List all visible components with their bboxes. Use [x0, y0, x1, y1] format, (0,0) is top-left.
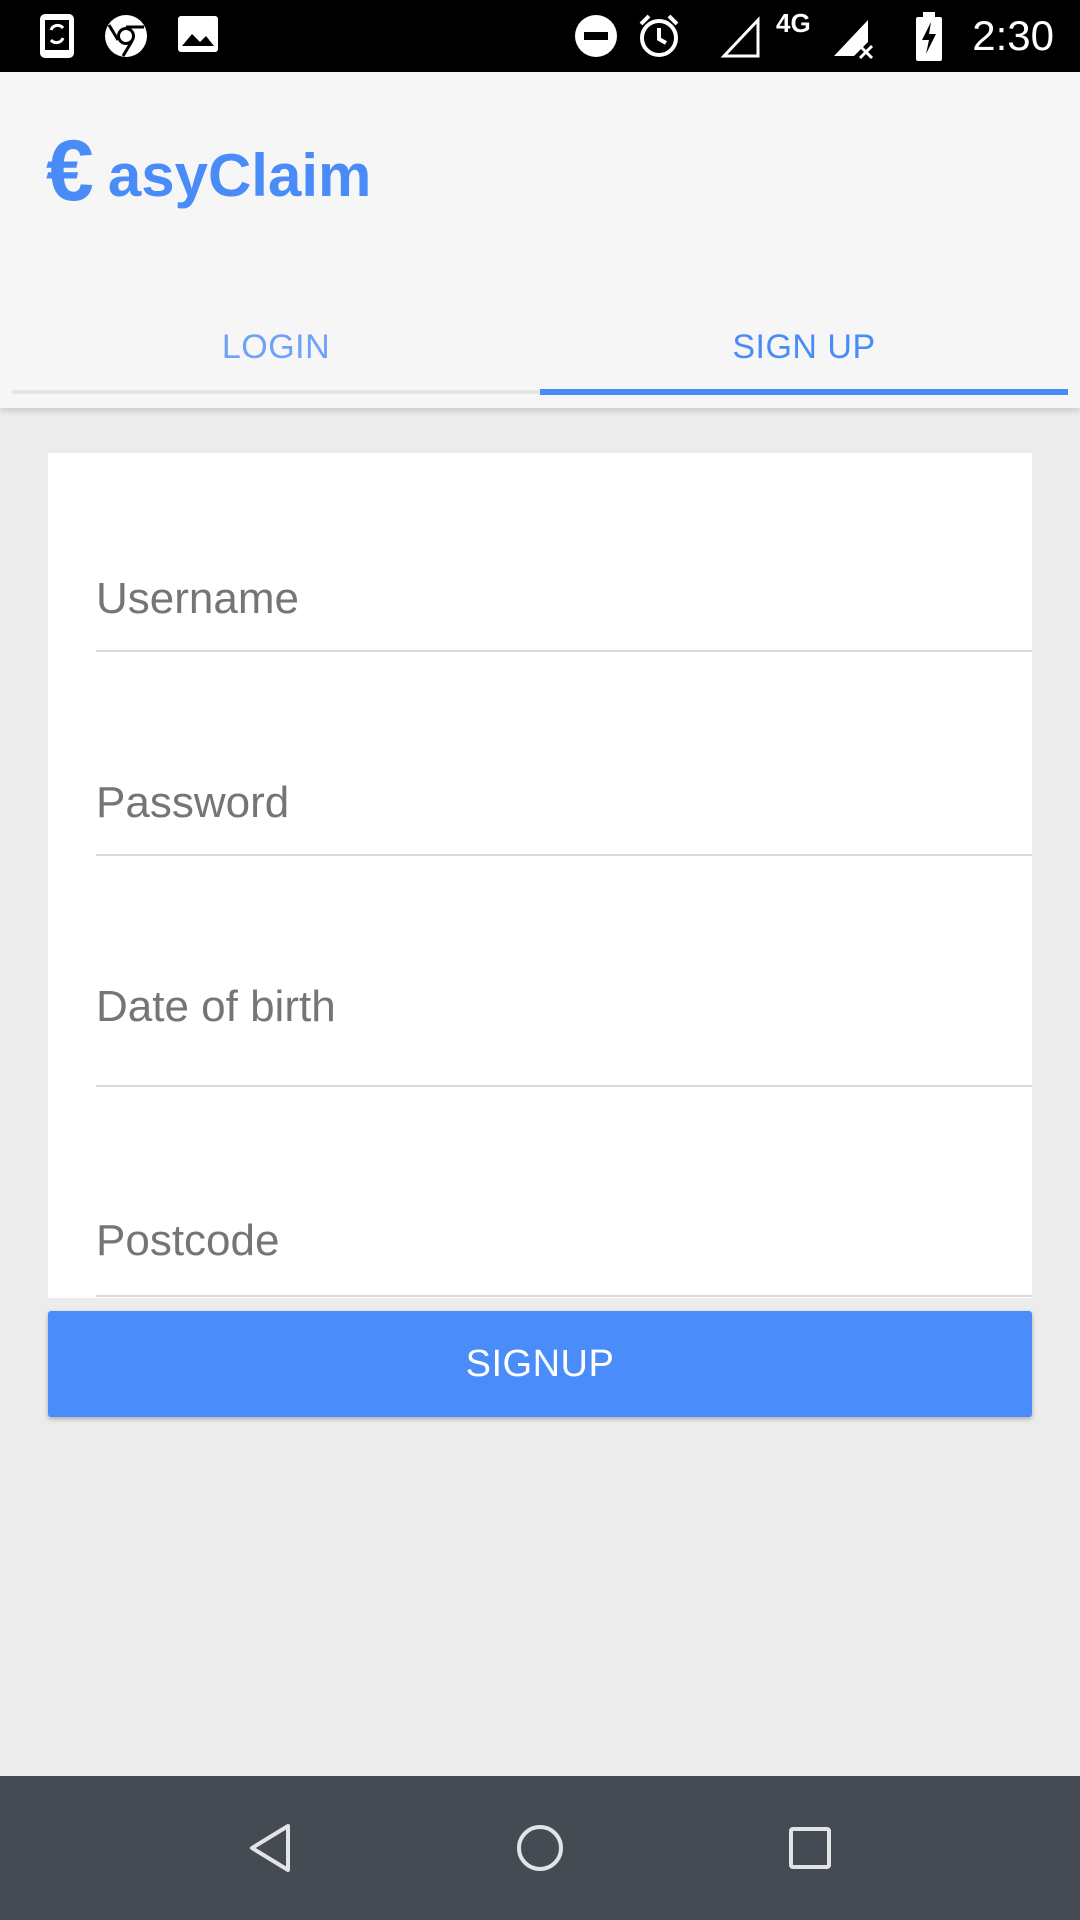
navigation-bar	[0, 1776, 1080, 1920]
app-name: asyClaim	[107, 142, 372, 209]
signup-button[interactable]: SIGNUP	[48, 1311, 1032, 1417]
tab-signup[interactable]: SIGN UP	[540, 300, 1068, 394]
date-of-birth-field[interactable]	[96, 977, 1032, 1097]
password-input[interactable]	[96, 773, 1032, 833]
date-of-birth-input[interactable]	[96, 977, 1032, 1037]
chrome-icon	[105, 15, 147, 57]
signup-form-card	[48, 453, 1032, 1298]
postcode-underline	[96, 1295, 1032, 1297]
back-icon[interactable]	[234, 1812, 306, 1884]
app-logo: € asyClaim	[46, 116, 371, 226]
euro-logo-symbol: €	[46, 123, 94, 219]
tab-login[interactable]: LOGIN	[12, 300, 540, 394]
alarm-icon	[639, 14, 679, 57]
signal-x-icon	[834, 20, 874, 60]
dnd-icon	[575, 15, 617, 57]
tab-bar: LOGIN SIGN UP	[12, 300, 1068, 395]
status-bar: 4G 2:30	[0, 0, 1080, 72]
username-input[interactable]	[96, 569, 1032, 629]
postcode-field[interactable]	[96, 1211, 1032, 1301]
password-underline	[96, 854, 1032, 856]
app-bar: € asyClaim LOGIN SIGN UP	[0, 72, 1080, 408]
username-field[interactable]	[96, 569, 1032, 689]
signal-empty-icon	[720, 16, 760, 58]
password-field[interactable]	[96, 773, 1032, 893]
network-type-label: 4G	[776, 8, 811, 38]
home-icon[interactable]	[504, 1812, 576, 1884]
username-underline	[96, 650, 1032, 652]
status-time: 2:30	[972, 12, 1054, 59]
recents-icon[interactable]	[774, 1812, 846, 1884]
image-icon	[178, 16, 218, 52]
phone-sync-icon	[40, 14, 74, 58]
battery-charging-icon	[916, 12, 942, 61]
tab-active-indicator	[540, 389, 1068, 395]
postcode-input[interactable]	[96, 1211, 1032, 1271]
date-of-birth-underline	[96, 1085, 1032, 1087]
